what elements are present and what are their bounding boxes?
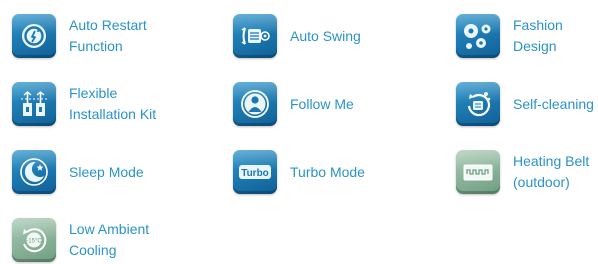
low-ambient-icon-text: -15°C bbox=[26, 239, 42, 245]
feature-flexible-installation: Flexible Installation Kit bbox=[12, 80, 156, 128]
auto-swing-icon bbox=[233, 14, 277, 58]
feature-label: Flexible Installation Kit bbox=[69, 83, 156, 125]
feature-label: Auto Swing bbox=[290, 26, 361, 47]
feature-turbo-mode: Turbo Turbo Mode bbox=[233, 148, 365, 196]
label-line: Cooling bbox=[69, 242, 117, 258]
feature-label: Sleep Mode bbox=[69, 162, 144, 183]
follow-me-icon bbox=[233, 82, 277, 126]
label-line: Function bbox=[69, 38, 123, 54]
label-line: Flexible bbox=[69, 85, 118, 101]
feature-label: Heating Belt (outdoor) bbox=[513, 151, 589, 193]
feature-auto-restart: Auto Restart Function bbox=[12, 12, 147, 60]
label-line: Self-cleaning bbox=[513, 95, 594, 112]
feature-label: Follow Me bbox=[290, 94, 354, 115]
heating-belt-icon bbox=[456, 150, 500, 194]
label-line: (outdoor) bbox=[513, 174, 570, 190]
label-line: Fashion bbox=[513, 17, 563, 33]
feature-label: Self-cleaning bbox=[513, 94, 594, 115]
feature-heating-belt: Heating Belt (outdoor) bbox=[456, 148, 589, 196]
feature-label: Turbo Mode bbox=[290, 162, 365, 183]
label-line: Auto Swing bbox=[290, 27, 361, 44]
turbo-icon: Turbo bbox=[233, 150, 277, 194]
feature-self-cleaning: Self-cleaning bbox=[456, 80, 594, 128]
turbo-icon-text: Turbo bbox=[241, 168, 269, 179]
label-line: Sleep Mode bbox=[69, 163, 144, 180]
label-line: Turbo Mode bbox=[290, 163, 365, 180]
label-line: Low Ambient bbox=[69, 221, 150, 237]
feature-label: Fashion Design bbox=[513, 15, 563, 57]
feature-low-ambient: -15°C Low Ambient Cooling bbox=[12, 216, 149, 264]
label-line: Installation Kit bbox=[69, 106, 157, 122]
label-line: Follow Me bbox=[290, 95, 354, 112]
sleep-mode-icon bbox=[12, 150, 56, 194]
low-ambient-cooling-icon: -15°C bbox=[12, 218, 56, 262]
self-cleaning-icon bbox=[456, 82, 500, 126]
installation-kit-icon bbox=[12, 82, 56, 126]
fashion-design-icon bbox=[456, 14, 500, 58]
feature-label: Auto Restart Function bbox=[69, 15, 147, 57]
label-line: Design bbox=[513, 38, 557, 54]
feature-label: Low Ambient Cooling bbox=[69, 219, 149, 261]
label-line: Heating Belt bbox=[513, 153, 590, 169]
feature-sleep-mode: Sleep Mode bbox=[12, 148, 144, 196]
feature-fashion-design: Fashion Design bbox=[456, 12, 563, 60]
feature-auto-swing: Auto Swing bbox=[233, 12, 361, 60]
feature-follow-me: Follow Me bbox=[233, 80, 354, 128]
label-line: Auto Restart bbox=[69, 17, 147, 33]
auto-restart-icon bbox=[12, 14, 56, 58]
